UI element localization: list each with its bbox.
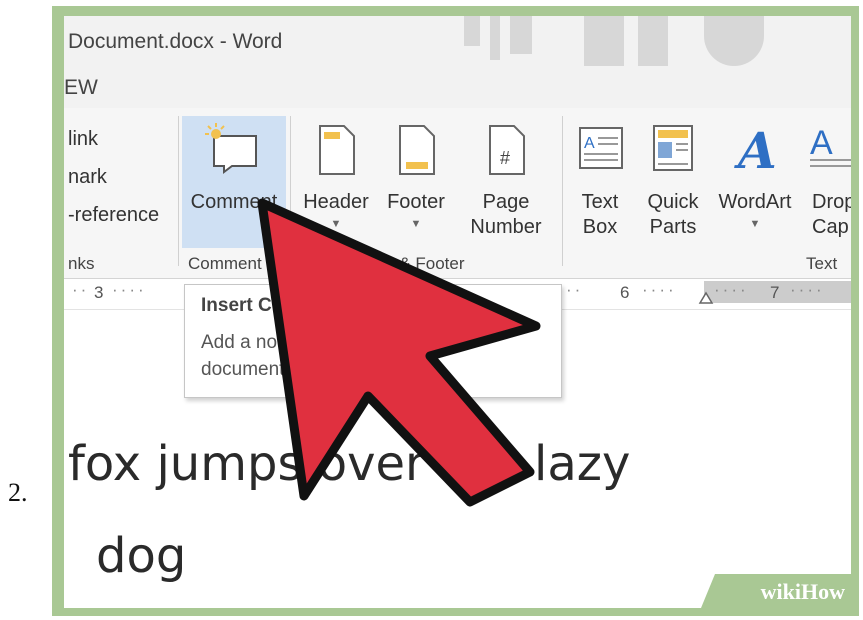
word-window: Document.docx - Word EW link nark -refer… [64,16,851,608]
red-arrow-cursor-icon [257,198,541,507]
step-number: 2. [8,478,28,507]
screenshot-frame: Document.docx - Word EW link nark -refer… [52,6,859,616]
